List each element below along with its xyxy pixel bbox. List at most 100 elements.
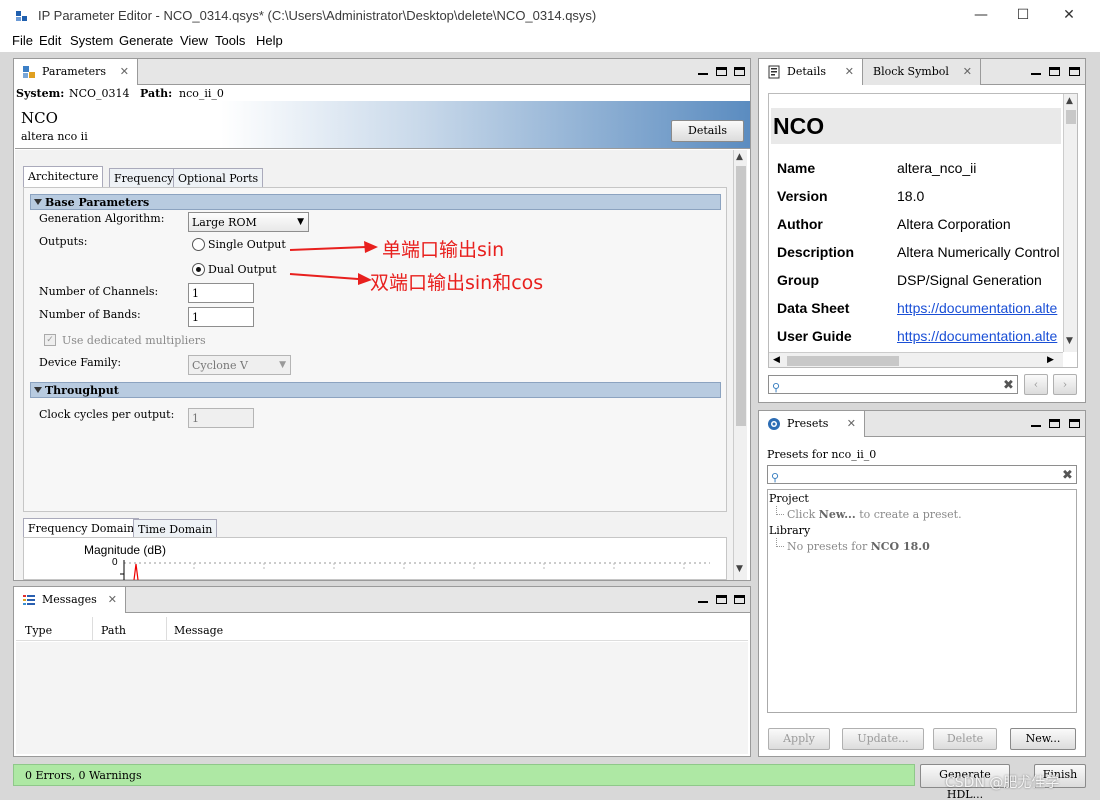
close-button[interactable]: ✕ — [1046, 0, 1092, 32]
bands-input[interactable]: 1 — [188, 307, 254, 327]
dual-output-radio[interactable]: Dual Output — [192, 263, 302, 279]
details-vscrollbar[interactable]: ▲ ▼ — [1063, 94, 1077, 352]
close-tab-icon[interactable]: ✕ — [108, 587, 117, 613]
scroll-up-icon[interactable]: ▲ — [1066, 96, 1073, 106]
scroll-left-icon[interactable]: ◀ — [773, 355, 780, 365]
delete-button[interactable]: Delete — [933, 728, 997, 750]
plot-ylabel: Magnitude (dB) — [84, 543, 167, 557]
scroll-down-icon[interactable]: ▼ — [1066, 336, 1073, 346]
clock-cycles-input[interactable]: 1 — [188, 408, 254, 428]
tab-frequency-domain[interactable]: Frequency Domain — [23, 518, 140, 538]
single-output-radio[interactable]: Single Output — [192, 238, 302, 254]
arrow-right-icon: › — [1062, 378, 1068, 391]
detail-value: altera_nco_ii — [897, 160, 977, 176]
restore-panel-icon[interactable] — [1049, 417, 1063, 429]
detail-key: Data Sheet — [777, 300, 850, 316]
throughput-header[interactable]: Throughput — [30, 382, 721, 398]
scroll-up-icon[interactable]: ▲ — [736, 152, 743, 162]
minimize-button[interactable]: — — [958, 0, 1004, 32]
minimize-panel-icon[interactable] — [1031, 417, 1045, 429]
minimize-panel-icon[interactable] — [1031, 65, 1045, 77]
menu-system[interactable]: System — [70, 33, 113, 48]
column-path[interactable]: Path — [101, 624, 126, 637]
search-previous-button[interactable]: ‹ — [1024, 374, 1048, 395]
clear-search-icon[interactable]: ✖ — [1003, 376, 1014, 395]
scroll-right-icon[interactable]: ▶ — [1047, 355, 1054, 365]
messages-panel: Messages ✕ Type Path Message — [13, 586, 751, 757]
tree-project[interactable]: Project — [769, 492, 809, 505]
parameters-panel: Parameters ✕ System: NCO_0314 Path: nco_… — [13, 58, 751, 581]
project-hint-suffix: to create a preset. — [859, 508, 962, 521]
restore-panel-icon[interactable] — [1049, 65, 1063, 77]
maximize-panel-icon[interactable] — [734, 65, 748, 77]
restore-panel-icon[interactable] — [716, 593, 730, 605]
scroll-down-icon[interactable]: ▼ — [736, 564, 743, 574]
apply-button[interactable]: Apply — [768, 728, 830, 750]
data-sheet-link[interactable]: https://documentation.alte — [897, 300, 1057, 316]
maximize-panel-icon[interactable] — [734, 593, 748, 605]
maximize-button[interactable]: ☐ — [1000, 0, 1046, 32]
tree-library[interactable]: Library — [769, 524, 810, 537]
new-preset-button[interactable]: New... — [1010, 728, 1076, 750]
search-next-button[interactable]: › — [1053, 374, 1077, 395]
tab-block-symbol[interactable]: Block Symbol ✕ — [863, 59, 981, 85]
presets-tree: Project Click New... to create a preset.… — [767, 489, 1077, 713]
tab-time-domain[interactable]: Time Domain — [133, 519, 218, 539]
presets-search-input[interactable]: ⚲ ✖ — [767, 465, 1077, 484]
watermark: CSDN @肥尤佳学 — [945, 775, 1060, 791]
search-icon: ⚲ — [771, 471, 780, 484]
tab-presets[interactable]: Presets ✕ — [759, 411, 865, 437]
messages-icon — [23, 595, 35, 605]
close-tab-icon[interactable]: ✕ — [845, 59, 854, 85]
device-family-select[interactable]: Cyclone V ▼ — [188, 355, 291, 375]
user-guide-link[interactable]: https://documentation.alte — [897, 328, 1057, 344]
scroll-thumb[interactable] — [787, 356, 899, 366]
path-value: nco_ii_0 — [179, 87, 224, 100]
close-tab-icon[interactable]: ✕ — [963, 59, 972, 85]
update-button[interactable]: Update... — [842, 728, 924, 750]
tab-architecture[interactable]: Architecture — [23, 166, 104, 188]
clear-search-icon[interactable]: ✖ — [1062, 466, 1073, 485]
details-hscrollbar[interactable]: ◀ ▶ — [769, 352, 1063, 367]
detail-key: Description — [777, 244, 855, 260]
close-tab-icon[interactable]: ✕ — [120, 59, 129, 85]
base-parameters-title: Base Parameters — [45, 196, 150, 209]
parameters-scrollbar[interactable]: ▲ ▼ — [733, 150, 747, 580]
restore-panel-icon[interactable] — [716, 65, 730, 77]
details-search-input[interactable]: ⚲ ✖ — [768, 375, 1018, 394]
menu-edit[interactable]: Edit — [39, 33, 61, 48]
details-button[interactable]: Details — [671, 120, 744, 142]
column-message[interactable]: Message — [174, 624, 223, 637]
dedicated-multipliers-checkbox[interactable]: ✓ Use dedicated multipliers — [44, 334, 264, 348]
generation-algorithm-select[interactable]: Large ROM ▼ — [188, 212, 309, 232]
minimize-panel-icon[interactable] — [698, 593, 712, 605]
tab-parameters[interactable]: Parameters ✕ — [14, 59, 138, 85]
menu-view[interactable]: View — [180, 33, 208, 48]
tab-details-label: Details — [787, 65, 826, 78]
close-tab-icon[interactable]: ✕ — [847, 411, 856, 437]
maximize-panel-icon[interactable] — [1069, 65, 1083, 77]
parameters-tabbar: Parameters ✕ — [14, 59, 750, 85]
window-title: IP Parameter Editor - NCO_0314.qsys* (C:… — [38, 8, 597, 23]
scroll-thumb[interactable] — [736, 166, 746, 426]
tab-messages[interactable]: Messages ✕ — [14, 587, 126, 613]
minimize-panel-icon[interactable] — [698, 65, 712, 77]
tab-optional-ports[interactable]: Optional Ports — [173, 168, 264, 188]
menu-file[interactable]: File — [12, 33, 33, 48]
menu-generate[interactable]: Generate — [119, 33, 173, 48]
tab-details[interactable]: Details ✕ — [759, 59, 863, 85]
single-output-label: Single Output — [208, 238, 286, 251]
maximize-panel-icon[interactable] — [1069, 417, 1083, 429]
radio-unchecked-icon — [192, 238, 205, 251]
tab-frequency[interactable]: Frequency — [109, 168, 179, 188]
outputs-label: Outputs: — [39, 235, 88, 248]
presets-icon — [768, 418, 780, 430]
generation-algorithm-label: Generation Algorithm: — [39, 212, 165, 225]
menu-help[interactable]: Help — [256, 33, 283, 48]
scroll-thumb[interactable] — [1066, 110, 1076, 124]
menu-tools[interactable]: Tools — [215, 33, 245, 48]
base-parameters-header[interactable]: Base Parameters — [30, 194, 721, 210]
details-tabbar: Details ✕ Block Symbol ✕ — [759, 59, 1085, 85]
column-type[interactable]: Type — [25, 624, 52, 637]
channels-input[interactable]: 1 — [188, 283, 254, 303]
